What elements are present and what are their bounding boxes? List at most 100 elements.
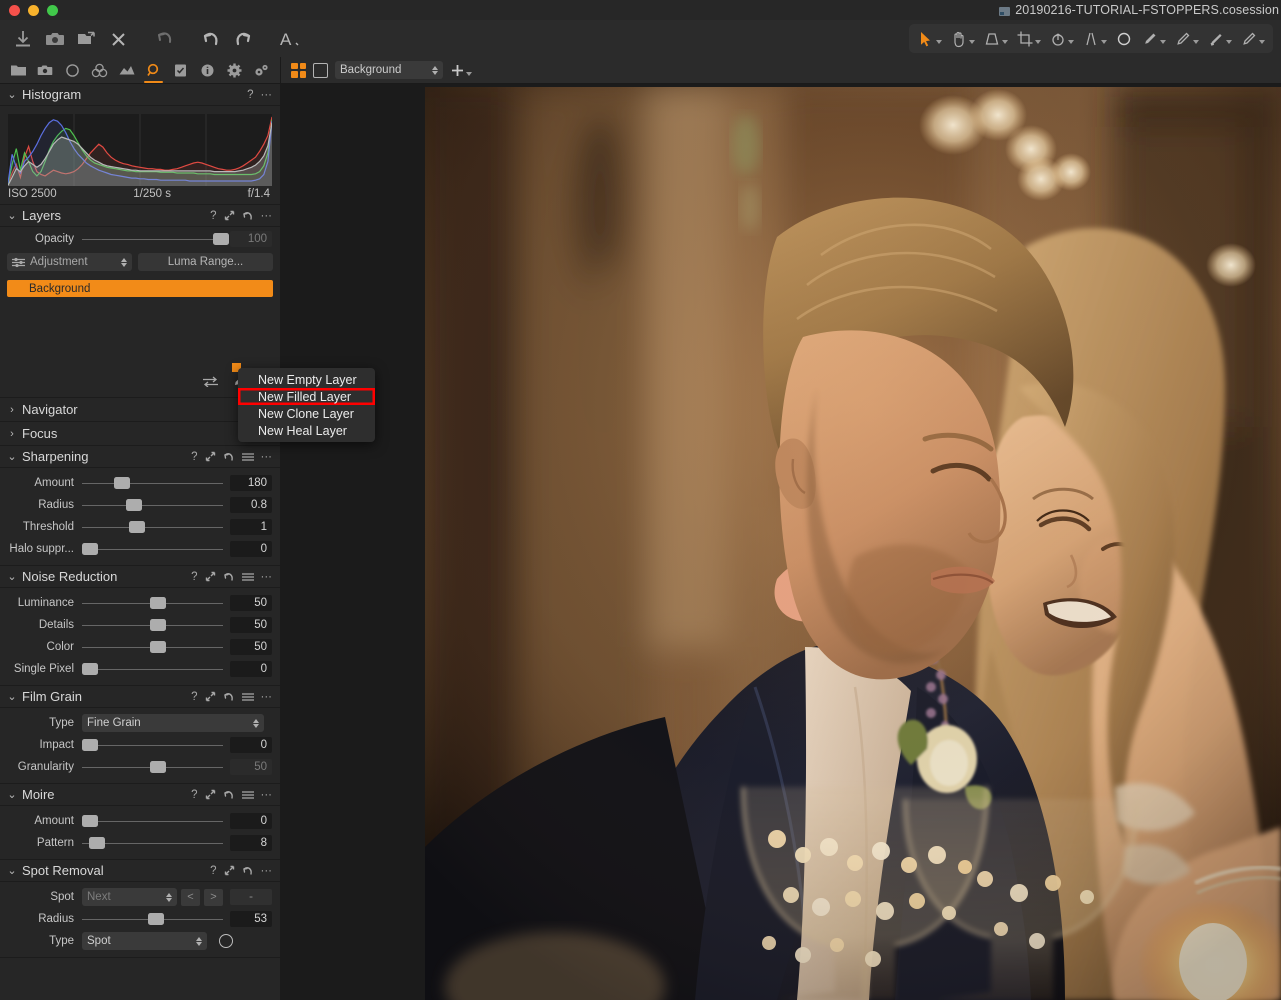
import-icon[interactable] bbox=[8, 24, 38, 54]
slider-knob[interactable] bbox=[82, 543, 98, 555]
chevron-right-icon[interactable]: › bbox=[6, 404, 18, 416]
spot-prev-button[interactable]: < bbox=[181, 889, 200, 906]
more-icon[interactable]: ··· bbox=[261, 210, 273, 222]
invert-mask-icon[interactable] bbox=[203, 374, 218, 392]
reset-icon[interactable] bbox=[223, 571, 235, 582]
new-layer-context-menu[interactable]: New Empty Layer New Filled Layer New Clo… bbox=[238, 368, 375, 442]
moire-pattern-value[interactable]: 8 bbox=[230, 835, 272, 851]
pointer-tool[interactable] bbox=[913, 27, 946, 51]
slider-knob[interactable] bbox=[114, 477, 130, 489]
nr-details-slider[interactable] bbox=[82, 618, 223, 632]
annotation-a-icon[interactable]: A bbox=[274, 24, 304, 54]
draw-mask-tool[interactable] bbox=[1137, 27, 1170, 51]
camera-icon[interactable] bbox=[40, 24, 70, 54]
section-header-histogram[interactable]: ⌄ Histogram ? ··· bbox=[0, 84, 280, 106]
gradient-mask-tool[interactable] bbox=[1203, 27, 1236, 51]
slider-knob[interactable] bbox=[129, 521, 145, 533]
undo-icon[interactable] bbox=[196, 24, 226, 54]
more-icon[interactable]: ··· bbox=[261, 89, 273, 101]
sharpening-threshold-slider[interactable] bbox=[82, 520, 223, 534]
chevron-down-icon[interactable]: ⌄ bbox=[6, 209, 18, 222]
expand-icon[interactable] bbox=[205, 789, 216, 800]
chevron-down-icon[interactable]: ⌄ bbox=[6, 450, 18, 463]
spot-radius-slider[interactable] bbox=[82, 912, 223, 926]
tab-adjustments[interactable] bbox=[168, 57, 193, 83]
expand-icon[interactable] bbox=[205, 691, 216, 702]
presets-icon[interactable] bbox=[242, 452, 254, 462]
rotate-tool[interactable] bbox=[1045, 27, 1078, 51]
slider-knob[interactable] bbox=[82, 815, 98, 827]
sharpening-halo-value[interactable]: 0 bbox=[230, 541, 272, 557]
section-header-sharpening[interactable]: ⌄ Sharpening ? ··· bbox=[0, 446, 280, 468]
presets-icon[interactable] bbox=[242, 692, 254, 702]
chevron-down-icon[interactable]: ⌄ bbox=[6, 788, 18, 801]
minimize-button[interactable] bbox=[28, 5, 39, 16]
sharpening-amount-slider[interactable] bbox=[82, 476, 223, 490]
layer-item-background[interactable]: Background bbox=[7, 280, 273, 297]
spot-tool[interactable] bbox=[1111, 27, 1137, 51]
slider-knob[interactable] bbox=[150, 619, 166, 631]
film-grain-impact-value[interactable]: 0 bbox=[230, 737, 272, 753]
slider-knob[interactable] bbox=[89, 837, 105, 849]
tab-details[interactable] bbox=[141, 57, 166, 83]
section-header-spot-removal[interactable]: ⌄ Spot Removal ? ··· bbox=[0, 860, 280, 882]
layer-mode-select[interactable]: Adjustment bbox=[7, 253, 132, 271]
sharpening-halo-slider[interactable] bbox=[82, 542, 223, 556]
chevron-right-icon[interactable]: › bbox=[6, 428, 18, 440]
help-icon[interactable]: ? bbox=[210, 865, 216, 877]
section-header-film-grain[interactable]: ⌄ Film Grain ? ··· bbox=[0, 686, 280, 708]
erase-mask-tool[interactable] bbox=[1170, 27, 1203, 51]
reset-icon[interactable] bbox=[242, 865, 254, 876]
image-viewer[interactable] bbox=[280, 84, 1281, 1000]
nr-color-slider[interactable] bbox=[82, 640, 223, 654]
help-icon[interactable]: ? bbox=[247, 89, 253, 101]
chevron-down-icon[interactable]: ⌄ bbox=[6, 570, 18, 583]
film-grain-type-select[interactable]: Fine Grain bbox=[82, 714, 264, 732]
nr-single-pixel-slider[interactable] bbox=[82, 662, 223, 676]
reset-icon[interactable] bbox=[223, 691, 235, 702]
film-grain-granularity-slider[interactable] bbox=[82, 760, 223, 774]
slider-knob[interactable] bbox=[82, 739, 98, 751]
more-icon[interactable]: ··· bbox=[261, 691, 273, 703]
grid-view-button[interactable] bbox=[291, 63, 306, 78]
nr-color-value[interactable]: 50 bbox=[230, 639, 272, 655]
slider-knob[interactable] bbox=[150, 641, 166, 653]
tab-lens[interactable] bbox=[60, 57, 85, 83]
menu-item-new-clone-layer[interactable]: New Clone Layer bbox=[238, 405, 375, 422]
single-view-button[interactable] bbox=[313, 63, 328, 78]
layer-opacity-slider[interactable] bbox=[82, 232, 223, 246]
layer-opacity-value[interactable]: 100 bbox=[230, 231, 272, 247]
layer-select[interactable]: Background bbox=[335, 61, 443, 79]
section-header-moire[interactable]: ⌄ Moire ? ··· bbox=[0, 784, 280, 806]
tab-capture[interactable] bbox=[33, 57, 58, 83]
luma-range-button[interactable]: Luma Range... bbox=[138, 253, 273, 271]
expand-icon[interactable] bbox=[205, 451, 216, 462]
slider-knob[interactable] bbox=[150, 597, 166, 609]
help-icon[interactable]: ? bbox=[191, 789, 197, 801]
menu-item-new-empty-layer[interactable]: New Empty Layer bbox=[238, 371, 375, 388]
presets-icon[interactable] bbox=[242, 790, 254, 800]
spot-next-button[interactable]: > bbox=[204, 889, 223, 906]
spot-select[interactable]: Next bbox=[82, 888, 177, 906]
slider-knob[interactable] bbox=[126, 499, 142, 511]
chevron-down-icon[interactable]: ⌄ bbox=[6, 88, 18, 101]
menu-item-new-heal-layer[interactable]: New Heal Layer bbox=[238, 422, 375, 439]
tab-exposure[interactable] bbox=[114, 57, 139, 83]
straighten-tool[interactable] bbox=[1078, 27, 1111, 51]
more-icon[interactable]: ··· bbox=[261, 789, 273, 801]
sharpening-amount-value[interactable]: 180 bbox=[230, 475, 272, 491]
pan-tool[interactable] bbox=[946, 27, 979, 51]
section-header-noise-reduction[interactable]: ⌄ Noise Reduction ? ··· bbox=[0, 566, 280, 588]
redo-icon[interactable] bbox=[228, 24, 258, 54]
expand-icon[interactable] bbox=[224, 210, 235, 221]
spot-type-select[interactable]: Spot bbox=[82, 932, 207, 950]
moire-pattern-slider[interactable] bbox=[82, 836, 223, 850]
chevron-down-icon[interactable]: ⌄ bbox=[6, 690, 18, 703]
slider-knob[interactable] bbox=[82, 663, 98, 675]
close-button[interactable] bbox=[9, 5, 20, 16]
heal-brush-tool[interactable] bbox=[1236, 27, 1269, 51]
tab-batch[interactable] bbox=[249, 57, 274, 83]
photo-wedding-couple[interactable] bbox=[425, 87, 1281, 1000]
expand-icon[interactable] bbox=[224, 865, 235, 876]
more-icon[interactable]: ··· bbox=[261, 865, 273, 877]
